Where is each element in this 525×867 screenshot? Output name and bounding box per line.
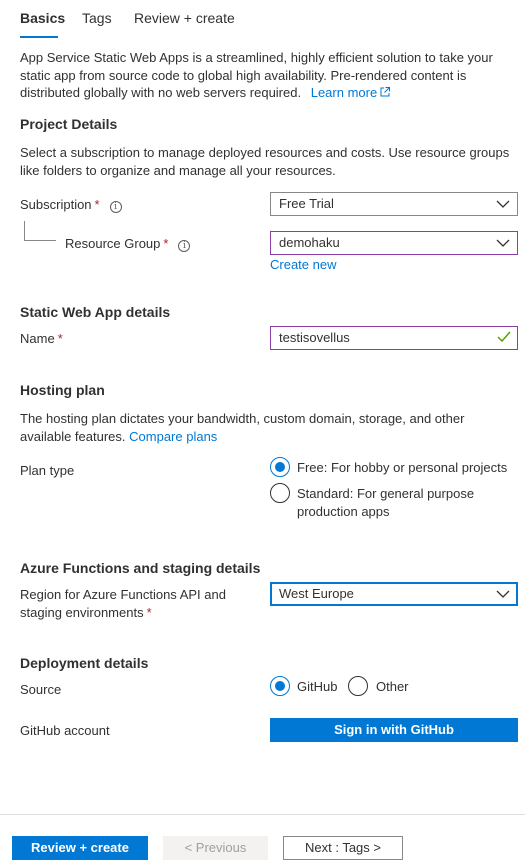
tree-connector-horizontal (24, 240, 56, 241)
app-details-title: Static Web App details (20, 304, 171, 320)
source-label: Source (20, 682, 62, 697)
create-new-link[interactable]: Create new (270, 257, 336, 272)
plan-standard-label: Standard: For general purpose production… (297, 486, 475, 519)
subscription-label: Subscription * i (20, 197, 122, 213)
intro-text: App Service Static Web Apps is a streaml… (20, 50, 493, 100)
chevron-down-icon (496, 239, 510, 247)
region-label: Region for Azure Functions API and stagi… (20, 587, 226, 620)
required-marker: * (94, 197, 100, 212)
compare-plans-link[interactable]: Compare plans (129, 429, 217, 444)
required-marker: * (57, 331, 63, 346)
name-input[interactable]: testisovellus (270, 326, 518, 350)
plan-type-label: Plan type (20, 463, 75, 478)
tree-connector-vertical (24, 221, 25, 241)
functions-title: Azure Functions and staging details (20, 560, 261, 576)
plan-standard-radio[interactable] (270, 483, 290, 503)
external-link-icon (380, 87, 391, 97)
review-create-button[interactable]: Review + create (12, 836, 148, 860)
subscription-dropdown[interactable]: Free Trial (270, 192, 518, 216)
sign-in-github-button[interactable]: Sign in with GitHub (270, 718, 518, 742)
active-tab-indicator (20, 36, 58, 38)
hosting-description: The hosting plan dictates your bandwidth… (20, 411, 465, 444)
required-marker: * (146, 604, 152, 620)
previous-button[interactable]: < Previous (163, 836, 268, 860)
project-details-description: Select a subscription to manage deployed… (20, 145, 510, 178)
info-icon[interactable]: i (178, 240, 191, 252)
required-marker: * (163, 236, 169, 251)
name-label: Name * (20, 331, 63, 346)
resource-group-dropdown[interactable]: demohaku (270, 231, 518, 255)
source-other-radio[interactable] (348, 676, 368, 696)
resource-group-label: Resource Group * i (65, 236, 191, 252)
learn-more-link[interactable]: Learn more (311, 85, 391, 100)
plan-free-radio[interactable] (270, 457, 290, 477)
chevron-down-icon (496, 590, 510, 598)
info-icon[interactable]: i (109, 201, 122, 213)
tab-tags[interactable]: Tags (82, 10, 112, 26)
next-tags-button[interactable]: Next : Tags > (283, 836, 403, 860)
hosting-plan-title: Hosting plan (20, 382, 105, 398)
project-details-title: Project Details (20, 116, 118, 132)
chevron-down-icon (496, 200, 510, 208)
deployment-title: Deployment details (20, 655, 149, 671)
intro-paragraph: App Service Static Web Apps is a streaml… (20, 49, 510, 102)
checkmark-icon (497, 331, 511, 343)
plan-free-label: Free: For hobby or personal projects (297, 460, 508, 475)
source-github-radio[interactable] (270, 676, 290, 696)
source-other-label: Other (376, 679, 409, 694)
tab-review-create[interactable]: Review + create (134, 10, 235, 26)
footer-divider (0, 814, 525, 815)
github-account-label: GitHub account (20, 723, 110, 738)
source-github-label: GitHub (297, 679, 338, 694)
tab-basics[interactable]: Basics (20, 10, 65, 26)
region-dropdown[interactable]: West Europe (270, 582, 518, 606)
